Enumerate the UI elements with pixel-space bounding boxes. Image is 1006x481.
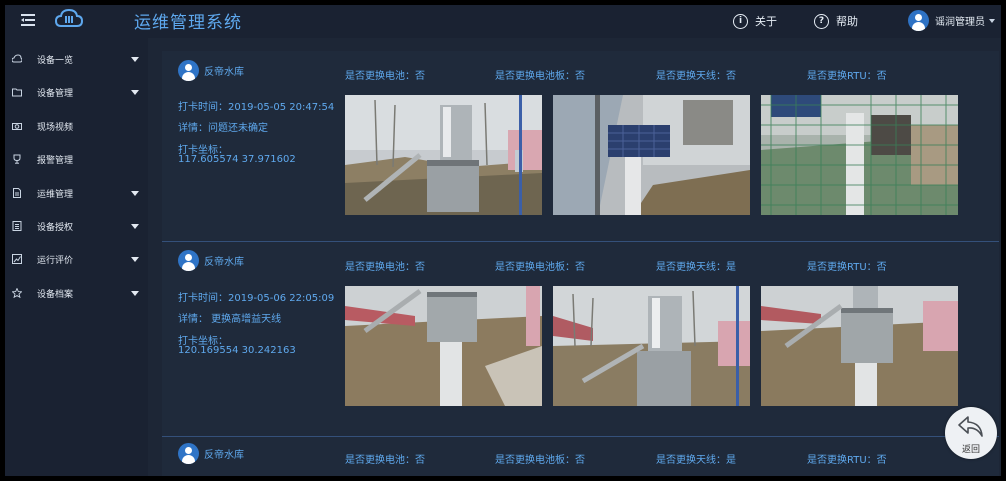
sidebar-item-label: 设备档案 bbox=[37, 289, 74, 300]
folder-icon bbox=[12, 88, 22, 97]
antenna-replaced-flag: 是否更换天线：是 bbox=[656, 262, 736, 273]
cloud-icon bbox=[12, 54, 22, 63]
sidebar-item-alarm-management[interactable]: 报警管理 bbox=[5, 144, 148, 174]
chevron-down-icon bbox=[131, 89, 139, 95]
sidebar-item-label: 设备授权 bbox=[37, 222, 74, 233]
cloud-logo-icon bbox=[55, 8, 83, 27]
checkin-coordinates: 120.169554 30.242163 bbox=[178, 345, 296, 356]
rain-gauge-photo[interactable] bbox=[345, 95, 542, 215]
solar-panel-replaced-flag: 是否更换电池板：否 bbox=[495, 71, 585, 82]
maintenance-record-list: 反帝水库 是否更换电池：否 是否更换电池板：否 是否更换天线：否 是否更换RTU… bbox=[162, 51, 999, 476]
sidebar-item-label: 运维管理 bbox=[37, 189, 74, 200]
chevron-down-icon bbox=[131, 190, 139, 196]
sidebar-item-site-video[interactable]: 现场视频 bbox=[5, 111, 148, 141]
rain-gauge-photo[interactable] bbox=[553, 286, 750, 406]
rtu-replaced-flag: 是否更换RTU：否 bbox=[807, 71, 887, 82]
sidebar-item-maintenance-management[interactable]: 运维管理 bbox=[5, 178, 148, 208]
record-detail: 详情：问题还未确定 bbox=[178, 123, 268, 134]
menu-toggle-icon[interactable] bbox=[21, 14, 35, 26]
battery-replaced-flag: 是否更换电池：否 bbox=[345, 262, 425, 273]
record-detail: 详情： 更换高增益天线 bbox=[178, 314, 282, 325]
equipment-box-photo[interactable] bbox=[345, 286, 542, 406]
record-card: 反帝水库 是否更换电池：否 是否更换电池板：否 是否更换天线：是 是否更换RTU… bbox=[162, 437, 999, 476]
record-card: 反帝水库 是否更换电池：否 是否更换电池板：否 是否更换天线：否 是否更换RTU… bbox=[162, 51, 999, 242]
sidebar-item-label: 设备一览 bbox=[37, 55, 74, 66]
chevron-down-icon bbox=[131, 56, 139, 62]
top-header: 运维管理系统 i 关于 ? 帮助 谣润管理员 bbox=[5, 5, 1001, 38]
about-button[interactable]: i 关于 bbox=[733, 12, 777, 30]
user-menu[interactable]: 谣润管理员 bbox=[908, 10, 995, 31]
chevron-down-icon bbox=[131, 290, 139, 296]
solar-panel-photo[interactable] bbox=[553, 95, 750, 215]
battery-replaced-flag: 是否更换电池：否 bbox=[345, 455, 425, 466]
reservoir-name: 反帝水库 bbox=[204, 257, 244, 268]
user-name: 谣润管理员 bbox=[935, 17, 985, 28]
help-button[interactable]: ? 帮助 bbox=[814, 12, 858, 30]
sidebar-item-operation-evaluation[interactable]: 运行评价 bbox=[5, 244, 148, 274]
checkin-time: 打卡时间：2019-05-06 22:05:09 bbox=[178, 293, 335, 304]
reservoir-name: 反帝水库 bbox=[204, 450, 244, 461]
chevron-down-icon bbox=[131, 256, 139, 262]
checkin-time: 打卡时间：2019-05-05 20:47:54 bbox=[178, 102, 335, 113]
return-arrow-icon bbox=[958, 416, 983, 437]
user-avatar-icon bbox=[908, 10, 929, 31]
chart-icon bbox=[12, 254, 22, 264]
help-label: 帮助 bbox=[836, 15, 858, 28]
checkin-coordinates: 117.605574 37.971602 bbox=[178, 154, 296, 165]
rtu-replaced-flag: 是否更换RTU：否 bbox=[807, 262, 887, 273]
user-avatar-icon bbox=[178, 250, 199, 271]
battery-replaced-flag: 是否更换电池：否 bbox=[345, 71, 425, 82]
sidebar-item-device-overview[interactable]: 设备一览 bbox=[5, 44, 148, 74]
info-icon: i bbox=[733, 13, 748, 29]
solar-panel-replaced-flag: 是否更换电池板：否 bbox=[495, 262, 585, 273]
sidebar-item-device-archive[interactable]: 设备档案 bbox=[5, 278, 148, 308]
sidebar-item-device-authorization[interactable]: 设备授权 bbox=[5, 211, 148, 241]
equipment-box-photo[interactable] bbox=[761, 286, 958, 406]
document-icon bbox=[13, 188, 21, 198]
sidebar: 设备一览 设备管理 现场视频 报警管理 运维管理 设备授权 运行评价 设备档案 bbox=[5, 38, 148, 476]
list-icon bbox=[12, 221, 22, 231]
star-icon bbox=[12, 288, 22, 298]
sidebar-item-label: 现场视频 bbox=[37, 122, 74, 133]
chevron-down-icon bbox=[989, 18, 995, 23]
camera-icon bbox=[12, 123, 22, 130]
antenna-replaced-flag: 是否更换天线：是 bbox=[656, 455, 736, 466]
trophy-icon bbox=[13, 154, 21, 164]
user-avatar-icon bbox=[178, 60, 199, 81]
back-button[interactable]: 返回 bbox=[945, 407, 997, 459]
fenced-site-photo[interactable] bbox=[761, 95, 958, 215]
sidebar-item-device-management[interactable]: 设备管理 bbox=[5, 77, 148, 107]
sidebar-item-label: 设备管理 bbox=[37, 88, 74, 99]
antenna-replaced-flag: 是否更换天线：否 bbox=[656, 71, 736, 82]
user-avatar-icon bbox=[178, 443, 199, 464]
sidebar-item-label: 报警管理 bbox=[37, 155, 74, 166]
sidebar-item-label: 运行评价 bbox=[37, 255, 74, 266]
chevron-down-icon bbox=[131, 223, 139, 229]
help-icon: ? bbox=[814, 13, 829, 29]
app-title: 运维管理系统 bbox=[134, 13, 242, 33]
back-label: 返回 bbox=[961, 445, 980, 455]
rtu-replaced-flag: 是否更换RTU：否 bbox=[807, 455, 887, 466]
solar-panel-replaced-flag: 是否更换电池板：否 bbox=[495, 455, 585, 466]
about-label: 关于 bbox=[755, 15, 777, 28]
reservoir-name: 反帝水库 bbox=[204, 67, 244, 78]
record-card: 反帝水库 是否更换电池：否 是否更换电池板：否 是否更换天线：是 是否更换RTU… bbox=[162, 242, 999, 437]
app-window: 运维管理系统 i 关于 ? 帮助 谣润管理员 设备一览 设备管理 现场视频 报警… bbox=[5, 5, 1001, 476]
